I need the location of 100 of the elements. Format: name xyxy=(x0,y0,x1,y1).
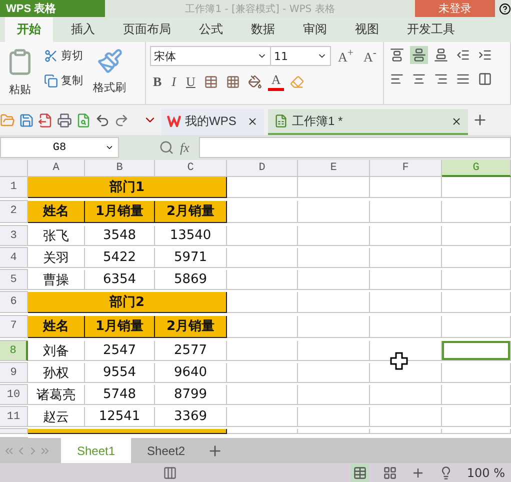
table-cell: 12541 xyxy=(85,407,155,427)
row-header[interactable]: 5 xyxy=(0,270,28,290)
font-size-select[interactable]: 11 xyxy=(270,46,331,66)
table-cell: 9640 xyxy=(155,363,227,383)
table-cell xyxy=(227,270,298,290)
font-color-button[interactable]: A xyxy=(268,72,284,91)
vertical-align-icon[interactable] xyxy=(410,46,428,64)
login-button[interactable]: 未登录 xyxy=(415,0,495,17)
ribbon-tab[interactable]: 公式 xyxy=(191,17,231,42)
column-header[interactable]: E xyxy=(298,160,370,177)
header-cell: 2月销量 xyxy=(155,316,227,338)
document-tab[interactable]: 我的WPS xyxy=(161,109,264,135)
header-cell: 姓名 xyxy=(28,316,85,338)
formula-input[interactable] xyxy=(199,137,511,158)
column-header[interactable]: A xyxy=(28,160,85,177)
sheet-tab[interactable]: Sheet1 xyxy=(61,438,132,463)
close-icon[interactable] xyxy=(247,116,258,126)
help-icon[interactable] xyxy=(499,2,511,14)
table-cell: 赵云 xyxy=(28,407,85,427)
row-header[interactable]: 4 xyxy=(0,248,28,268)
table-cell: 3369 xyxy=(155,407,227,427)
table-cell: 9554 xyxy=(85,363,155,383)
grow-font-button[interactable]: A$^{+}$ xyxy=(335,46,356,66)
row-header[interactable]: 9 xyxy=(0,363,28,383)
row-header[interactable]: 8 xyxy=(0,341,28,361)
normal-view-button[interactable] xyxy=(350,464,369,482)
ribbon-tab[interactable]: 页面布局 xyxy=(115,17,179,42)
format-painter-button[interactable]: 格式刷 xyxy=(91,46,128,104)
table-cell xyxy=(298,292,370,313)
column-header[interactable]: G xyxy=(442,160,511,177)
vertical-align-icon[interactable] xyxy=(432,46,450,64)
row-header[interactable]: 10 xyxy=(0,385,28,405)
vertical-align-icon[interactable] xyxy=(388,46,406,64)
table-cell: 部门2 xyxy=(28,292,227,313)
selected-cell[interactable] xyxy=(442,341,511,361)
bold-button[interactable]: B xyxy=(150,74,165,90)
header-cell: 2月销量 xyxy=(155,201,227,222)
fill-color-icon[interactable] xyxy=(246,72,264,90)
row-header[interactable]: 6 xyxy=(0,292,28,313)
redo-icon[interactable] xyxy=(114,112,129,128)
table-cell xyxy=(298,385,370,405)
row-header[interactable]: 7 xyxy=(0,316,28,338)
paste-button[interactable]: 粘贴 xyxy=(4,46,36,104)
font-name-select[interactable]: 宋体 xyxy=(150,46,271,66)
app-menu-button[interactable]: WPS 表格 xyxy=(0,0,105,17)
italic-button[interactable]: I xyxy=(168,74,180,90)
table-cell xyxy=(370,316,442,338)
new-tab-icon[interactable] xyxy=(472,112,488,128)
cut-button[interactable]: 剪切 xyxy=(42,46,85,65)
spreadsheet-icon xyxy=(274,114,288,128)
row-header[interactable]: 1 xyxy=(0,177,28,198)
ribbon-tab[interactable]: 插入 xyxy=(63,17,103,42)
wps-logo-icon xyxy=(167,115,181,127)
document-tab[interactable]: 工作簿1 * xyxy=(268,109,468,135)
function-button[interactable]: fx xyxy=(180,140,190,156)
print-icon[interactable] xyxy=(57,112,72,128)
table-cell xyxy=(298,363,370,383)
sheet-tab[interactable]: Sheet2 xyxy=(131,438,202,463)
table-cell: 诸葛亮 xyxy=(28,385,85,405)
row-header[interactable]: 2 xyxy=(0,201,28,222)
ribbon-tab[interactable]: 开发工具 xyxy=(399,17,463,42)
close-icon[interactable] xyxy=(451,116,462,126)
table-cell: 13540 xyxy=(155,226,227,246)
table-cell xyxy=(227,201,298,222)
copy-button[interactable]: 复制 xyxy=(42,71,85,90)
table-cell xyxy=(370,385,442,405)
paintbrush-icon xyxy=(96,48,122,74)
ribbon-tab[interactable]: 审阅 xyxy=(295,17,335,42)
column-header[interactable]: C xyxy=(155,160,227,177)
page-break-view-icon[interactable] xyxy=(382,466,397,480)
table-cell xyxy=(227,248,298,268)
table-cell xyxy=(227,316,298,338)
column-header[interactable]: F xyxy=(370,160,442,177)
column-header[interactable]: B xyxy=(85,160,155,177)
distribute-icon[interactable] xyxy=(476,70,494,88)
column-header[interactable]: D xyxy=(227,160,298,177)
header-cell: 1月销量 xyxy=(85,316,155,338)
table-cell xyxy=(298,248,370,268)
table-cell: 2547 xyxy=(85,341,155,361)
undo-icon[interactable] xyxy=(95,112,110,128)
table-cell xyxy=(227,363,298,383)
name-box[interactable]: G8 xyxy=(0,137,119,158)
save-icon[interactable] xyxy=(19,112,34,128)
table-cell xyxy=(227,407,298,427)
table-cell xyxy=(298,177,370,198)
table-cell: 张飞 xyxy=(28,226,85,246)
table-cell xyxy=(298,407,370,427)
table-cell xyxy=(370,341,442,361)
zoom-level: 100 % xyxy=(466,466,505,480)
row-header[interactable]: 11 xyxy=(0,407,28,427)
header-cell: 姓名 xyxy=(28,201,85,222)
underline-button[interactable]: U xyxy=(183,74,198,90)
ribbon-tab[interactable]: 开始 xyxy=(5,17,53,42)
export-icon[interactable] xyxy=(38,112,53,128)
ribbon-tab[interactable]: 数据 xyxy=(243,17,283,42)
row-header[interactable]: 3 xyxy=(0,226,28,246)
ribbon-tab[interactable]: 视图 xyxy=(347,17,387,42)
shrink-font-button[interactable]: A$^{-}$ xyxy=(360,46,380,66)
table-cell: 5869 xyxy=(155,270,227,290)
search-icon[interactable] xyxy=(159,140,174,155)
